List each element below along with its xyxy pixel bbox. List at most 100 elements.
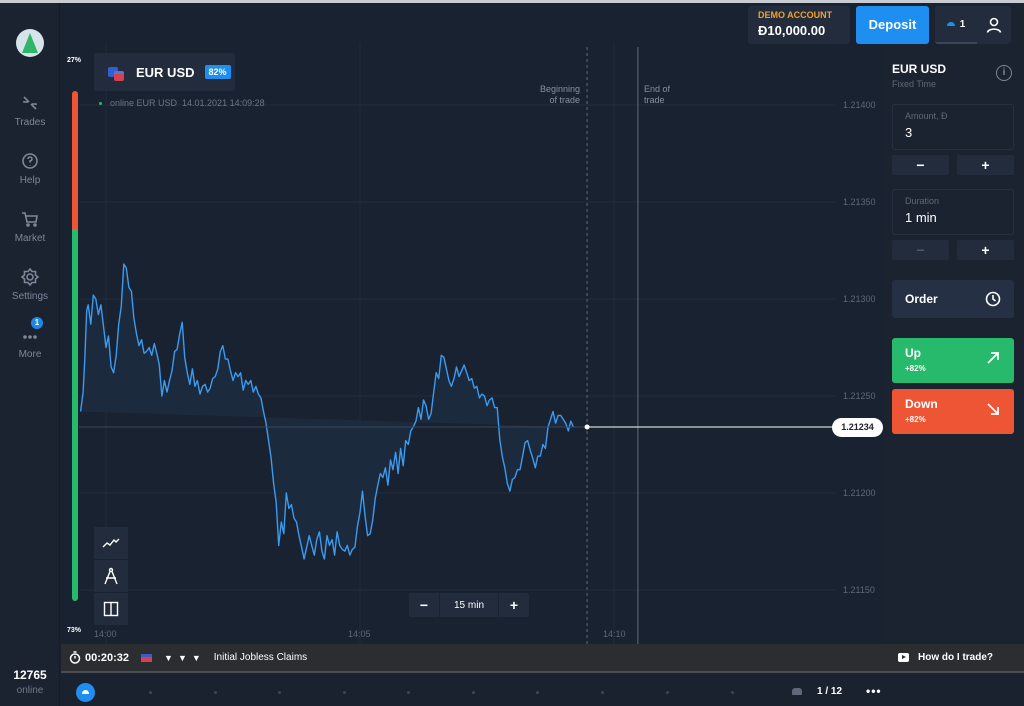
- asset-tab-dot[interactable]: [214, 691, 217, 694]
- us-flag-icon: [141, 653, 153, 662]
- timeframe-control: − 15 min +: [409, 593, 529, 617]
- eur-usd-flag-icon: [108, 67, 124, 81]
- sidebar-item-label: Trades: [14, 117, 46, 128]
- timeframe-decrease-button[interactable]: −: [409, 593, 439, 617]
- timeframe-value: 15 min: [439, 593, 499, 617]
- asset-tab-dot[interactable]: [472, 691, 475, 694]
- account-type-label: DEMO ACCOUNT: [758, 10, 833, 20]
- tree-icon: [22, 33, 38, 53]
- asset-selector[interactable]: EUR USD 82%: [94, 53, 235, 91]
- y-tick-label: 1.21250: [843, 391, 876, 401]
- sidebar-item-help[interactable]: Help: [0, 151, 60, 186]
- x-tick-label: 14:00: [94, 629, 117, 639]
- arrow-up-right-icon: [987, 352, 999, 364]
- trade-panel: [884, 3, 1024, 644]
- amount-decrease-button[interactable]: −: [892, 155, 949, 175]
- deposit-button[interactable]: Deposit: [856, 6, 929, 44]
- trade-mode: Fixed Time: [892, 79, 937, 89]
- asset-tab-dot[interactable]: [149, 691, 152, 694]
- down-sentiment-bar: [72, 91, 78, 229]
- how-to-trade-link[interactable]: How do I trade?: [898, 652, 993, 663]
- chart-type-icon: [102, 538, 120, 548]
- sidebar-item-market[interactable]: Market: [0, 209, 60, 244]
- info-icon[interactable]: i: [996, 65, 1012, 81]
- order-button[interactable]: Order: [892, 280, 1014, 318]
- order-label: Order: [905, 292, 938, 306]
- drawing-tools-icon: [104, 567, 118, 585]
- sidebar-item-label: Settings: [11, 291, 49, 302]
- asset-tab-dot[interactable]: [343, 691, 346, 694]
- more-options-button[interactable]: •••: [866, 684, 882, 698]
- current-price-tag: 1.21234: [832, 418, 883, 437]
- sidebar-item-settings[interactable]: Settings: [0, 267, 60, 302]
- sidebar-item-trades[interactable]: Trades: [0, 93, 60, 128]
- up-sentiment-bar: [72, 229, 78, 601]
- avatar[interactable]: [16, 29, 44, 57]
- sidebar-item-label: Market: [14, 233, 46, 244]
- asset-tab-dot[interactable]: [536, 691, 539, 694]
- arrow-down-right-icon: [987, 403, 999, 415]
- arrows-collapse-icon: [23, 96, 37, 110]
- amount-increase-button[interactable]: +: [957, 155, 1014, 175]
- how-to-trade-label: How do I trade?: [918, 652, 993, 663]
- duration-value: 1 min: [905, 210, 937, 225]
- y-tick-label: 1.21200: [843, 488, 876, 498]
- y-tick-label: 1.21300: [843, 294, 876, 304]
- end-of-trade-label: End of trade: [644, 84, 671, 105]
- split-view-button[interactable]: [94, 593, 128, 625]
- sidebar-item-label: Help: [19, 175, 41, 186]
- account-switcher[interactable]: DEMO ACCOUNT Đ10,000.00: [748, 6, 850, 44]
- asset-tab-dot[interactable]: [731, 691, 734, 694]
- split-view-icon: [103, 601, 119, 617]
- duration-increase-button[interactable]: +: [957, 240, 1014, 260]
- clock-icon: [985, 291, 1001, 307]
- amount-field[interactable]: Amount, Đ 3: [892, 104, 1014, 150]
- asset-tab-dot[interactable]: [278, 691, 281, 694]
- duration-decrease-button[interactable]: −: [892, 240, 949, 260]
- online-counter: 12765 online: [0, 668, 60, 696]
- news-bar: 00:20:32 ▼▼▼ Initial Jobless Claims How …: [61, 644, 1024, 673]
- asset-tab-dot[interactable]: [666, 691, 669, 694]
- current-price-dot: [584, 424, 590, 430]
- help-icon: [22, 153, 38, 169]
- asset-tab-dot[interactable]: [601, 691, 604, 694]
- cart-icon: [22, 212, 38, 227]
- y-tick-label: 1.21150: [843, 585, 875, 595]
- asset-tab-dot[interactable]: [407, 691, 410, 694]
- up-button[interactable]: Up +82%: [892, 338, 1014, 383]
- asset-name: EUR USD: [136, 64, 195, 80]
- asset-status-text: online EUR USD 14.01.2021 14:09:28: [110, 98, 265, 108]
- account-balance: Đ10,000.00: [758, 23, 826, 38]
- amount-label: Amount, Đ: [905, 111, 948, 121]
- play-icon: [898, 653, 909, 662]
- gear-icon: [20, 267, 40, 287]
- online-count: 12765: [13, 668, 47, 682]
- amount-value: 3: [905, 125, 913, 140]
- price-area-fill: [80, 264, 574, 559]
- open-trades-count: 1: [959, 18, 966, 30]
- sidebar-item-label: More: [18, 349, 42, 360]
- trade-indicator-icon: [946, 22, 955, 26]
- user-icon: [986, 17, 1002, 33]
- down-button[interactable]: Down +82%: [892, 389, 1014, 434]
- down-payout: +82%: [905, 415, 926, 424]
- car-icon: [792, 688, 802, 695]
- news-countdown: 00:20:32: [85, 651, 130, 664]
- drawing-tools-button[interactable]: [94, 560, 128, 592]
- notification-badge: 1: [31, 317, 43, 329]
- importance-bulls-icon: ▼▼▼: [164, 652, 206, 663]
- duration-field[interactable]: Duration 1 min: [892, 189, 1014, 235]
- open-trades-button[interactable]: 1: [935, 6, 977, 44]
- chart-type-button[interactable]: [94, 527, 128, 559]
- news-title[interactable]: Initial Jobless Claims: [214, 652, 307, 663]
- beginning-of-trade-label: Beginning of trade: [539, 84, 580, 105]
- down-sentiment-label: 27%: [67, 57, 82, 64]
- active-asset-tab[interactable]: [76, 683, 95, 702]
- timeframe-increase-button[interactable]: +: [499, 593, 529, 617]
- payout-badge: 82%: [204, 65, 231, 79]
- duration-label: Duration: [905, 196, 940, 206]
- y-tick-label: 1.21400: [843, 100, 876, 110]
- profile-button[interactable]: [977, 6, 1011, 44]
- sidebar-item-more[interactable]: 1 More: [0, 317, 60, 360]
- asset-status: online EUR USD 14.01.2021 14:09:28: [99, 98, 265, 108]
